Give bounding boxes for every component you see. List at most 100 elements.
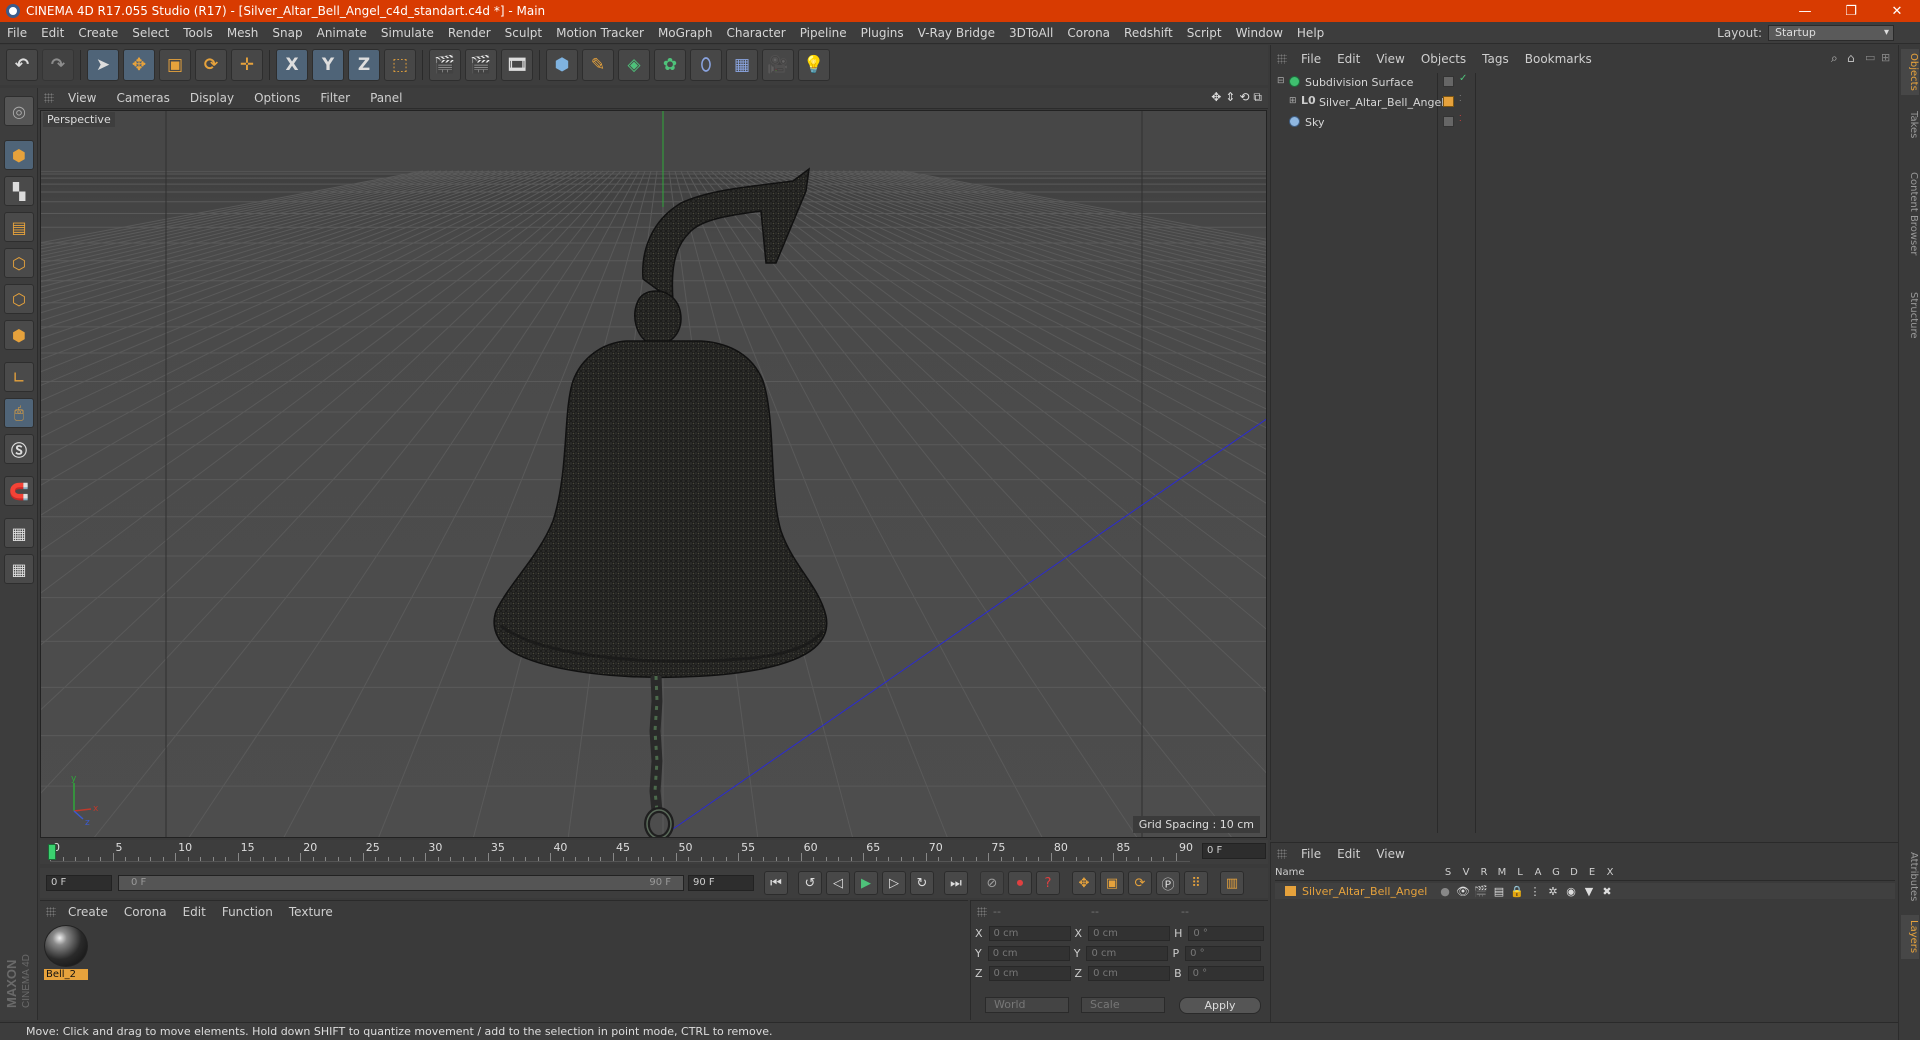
material-menu-create[interactable]: Create [60, 905, 116, 919]
render-toggle-icon[interactable]: 🎬 [1472, 885, 1490, 898]
size-z-field[interactable]: 0 cm [1088, 965, 1171, 981]
move-tool-button[interactable]: ✥ [123, 49, 155, 81]
restore-button[interactable]: ❐ [1828, 0, 1874, 22]
start-frame-field[interactable]: 0 F [46, 875, 112, 891]
om-menu-view[interactable]: View [1368, 52, 1412, 66]
locked-workplane-button[interactable]: ▦ [4, 518, 34, 548]
material-menu-corona[interactable]: Corona [116, 905, 175, 919]
menu-sculpt[interactable]: Sculpt [498, 26, 549, 40]
menu-window[interactable]: Window [1229, 26, 1290, 40]
expand-toggle-icon[interactable]: ⊞ [1289, 96, 1297, 106]
om-menu-edit[interactable]: Edit [1329, 52, 1368, 66]
close-button[interactable]: ✕ [1874, 0, 1920, 22]
visible-toggle-icon[interactable]: 👁 [1454, 885, 1472, 898]
edges-mode-button[interactable]: ⬡ [4, 284, 34, 314]
menu-vray-bridge[interactable]: V-Ray Bridge [911, 26, 1002, 40]
size-x-field[interactable]: 0 cm [1088, 925, 1171, 941]
viewport-menu-options[interactable]: Options [244, 91, 310, 105]
menu-file[interactable]: File [0, 26, 34, 40]
dolly-icon[interactable]: ⇕ [1225, 90, 1235, 105]
manager-toggle-icon[interactable]: ▤ [1490, 885, 1508, 898]
menu-3dtoall[interactable]: 3DToAll [1002, 26, 1060, 40]
live-selection-button[interactable]: ➤ [87, 49, 119, 81]
object-row-sky[interactable]: Sky ⁚ [1275, 113, 1895, 131]
menu-help[interactable]: Help [1290, 26, 1331, 40]
record-button[interactable]: ⏺ [1008, 871, 1032, 895]
om-menu-tags[interactable]: Tags [1474, 52, 1517, 66]
points-mode-button[interactable]: ⬡ [4, 248, 34, 278]
add-spline-button[interactable]: ✎ [582, 49, 614, 81]
rotation-b-field[interactable]: 0 ° [1187, 965, 1264, 981]
polygons-mode-button[interactable]: ⬢ [4, 320, 34, 350]
autokey-button[interactable]: ⊘ [980, 871, 1004, 895]
viewport-menu-display[interactable]: Display [180, 91, 244, 105]
menu-create[interactable]: Create [71, 26, 125, 40]
add-floor-button[interactable]: ▦ [726, 49, 758, 81]
rotation-h-field[interactable]: 0 ° [1188, 925, 1265, 941]
expand-panel-icon[interactable]: ⊞ [1881, 51, 1890, 64]
add-deformer-button[interactable]: ⬯ [690, 49, 722, 81]
viewport-menu-cameras[interactable]: Cameras [106, 91, 179, 105]
render-view-button[interactable]: 🎬 [429, 49, 461, 81]
panel-grip[interactable] [1277, 54, 1287, 64]
layer-menu-view[interactable]: View [1368, 847, 1412, 861]
frame-range-slider[interactable]: 0 F 90 F [118, 875, 684, 891]
perspective-viewport[interactable]: y x z Perspective Grid Spacing : 10 cm [40, 110, 1267, 838]
make-editable-button[interactable]: ◎ [4, 96, 34, 126]
frame-ruler[interactable]: 0 5 10 15 20 25 30 35 40 45 50 55 60 65 70 75 80 85 90 [48, 840, 1193, 862]
position-z-field[interactable]: 0 cm [988, 965, 1071, 981]
tab-attributes[interactable]: Attributes [1901, 845, 1919, 909]
solo-toggle-icon[interactable]: ● [1436, 885, 1454, 898]
add-nurbs-button[interactable]: ◈ [618, 49, 650, 81]
generator-toggle-icon[interactable]: ✲ [1544, 885, 1562, 898]
menu-pipeline[interactable]: Pipeline [793, 26, 854, 40]
menu-select[interactable]: Select [125, 26, 176, 40]
axis-mode-button[interactable]: ∟ [4, 362, 34, 392]
layer-row[interactable]: Silver_Altar_Bell_Angel ● 👁 🎬 ▤ 🔒 ⋮ ✲ ◉ … [1275, 883, 1895, 899]
x-axis-lock-button[interactable]: X [276, 49, 308, 81]
go-to-start-button[interactable]: ⏮ [764, 871, 788, 895]
add-light-button[interactable]: 💡 [798, 49, 830, 81]
key-pla-button[interactable]: ⠿ [1184, 871, 1208, 895]
home-icon[interactable]: ⌂ [1847, 51, 1855, 65]
position-y-field[interactable]: 0 cm [987, 945, 1070, 961]
panel-grip[interactable] [46, 907, 56, 917]
orbit-icon[interactable]: ⟲ [1239, 90, 1249, 105]
layer-icon[interactable] [1443, 76, 1454, 87]
menu-snap[interactable]: Snap [265, 26, 309, 40]
playhead[interactable] [48, 844, 56, 860]
key-scale-button[interactable]: ▣ [1100, 871, 1124, 895]
material-swatch[interactable]: Bell_2 [44, 925, 90, 983]
deformer-toggle-icon[interactable]: ◉ [1562, 885, 1580, 898]
menu-render[interactable]: Render [441, 26, 498, 40]
viewport-menu-panel[interactable]: Panel [360, 91, 412, 105]
go-to-end-button[interactable]: ⏭ [944, 871, 968, 895]
menu-tools[interactable]: Tools [176, 26, 220, 40]
collapse-toggle-icon[interactable]: ⊟ [1277, 76, 1285, 86]
viewport-camera-label[interactable]: Perspective [43, 112, 115, 127]
layout-select[interactable]: Startup [1768, 25, 1894, 41]
layer-color-icon[interactable] [1443, 96, 1454, 107]
z-axis-lock-button[interactable]: Z [348, 49, 380, 81]
render-picture-viewer-button[interactable]: 🎬 [465, 49, 497, 81]
tab-structure[interactable]: Structure [1901, 285, 1919, 345]
tab-content-browser[interactable]: Content Browser [1901, 149, 1919, 279]
menu-plugins[interactable]: Plugins [854, 26, 911, 40]
material-menu-edit[interactable]: Edit [175, 905, 214, 919]
menu-redshift[interactable]: Redshift [1117, 26, 1180, 40]
size-y-field[interactable]: 0 cm [1086, 945, 1169, 961]
menu-motion-tracker[interactable]: Motion Tracker [549, 26, 651, 40]
object-row-silver-altar-bell-angel[interactable]: ⊞ L0 Silver_Altar_Bell_Angel ⁚ [1275, 93, 1895, 111]
key-help-button[interactable]: ? [1036, 871, 1060, 895]
om-menu-bookmarks[interactable]: Bookmarks [1517, 52, 1600, 66]
object-row-subdivision-surface[interactable]: ⊟ Subdivision Surface ✓ [1275, 73, 1895, 91]
om-menu-file[interactable]: File [1293, 52, 1329, 66]
viewport-menu-filter[interactable]: Filter [310, 91, 360, 105]
current-frame-field[interactable]: 0 F [1202, 843, 1266, 859]
add-cube-button[interactable]: ⬢ [546, 49, 578, 81]
planar-workplane-button[interactable]: ▦ [4, 554, 34, 584]
enable-snap-button[interactable]: 🧲 [4, 476, 34, 506]
key-parameter-button[interactable]: Ⓟ [1156, 871, 1180, 895]
size-mode-dropdown[interactable]: Scale [1081, 997, 1165, 1013]
viewport-menu-view[interactable]: View [58, 91, 106, 105]
